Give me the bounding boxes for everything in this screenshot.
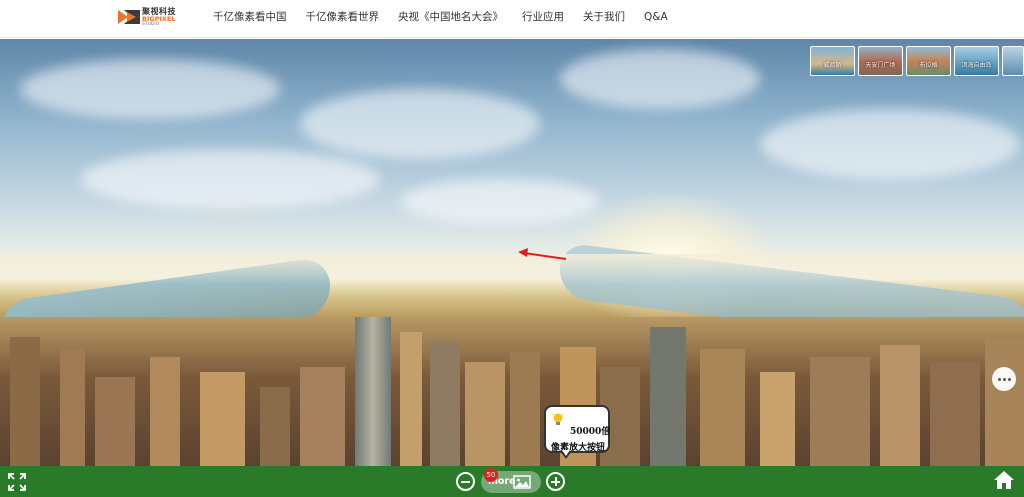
thumbnail-prague[interactable]: 布拉格 [906,46,951,76]
thumbnail-label: 威尼斯 [823,62,842,69]
scene-thumbnails: 威尼斯 天安门广场 布拉格 洱海自由岛 [810,46,1024,76]
nav-item-industry[interactable]: 行业应用 [522,10,564,26]
nav-item-china[interactable]: 千亿像素看中国 [213,10,287,26]
thumbnail-erhai[interactable]: 洱海自由岛 [954,46,999,76]
bottom-toolbar: more [0,466,1024,497]
thumbnail-label: 天安门广场 [865,62,896,69]
top-navbar: 聚视科技 BIGPIXEL STUDIO 千亿像素看中国 千亿像素看世界 央视《… [0,0,1024,38]
nav-item-world[interactable]: 千亿像素看世界 [306,10,380,26]
logo-mark-icon [118,10,140,24]
home-icon[interactable] [993,470,1015,490]
more-dots-icon[interactable] [992,367,1016,391]
thumbnail-venice[interactable]: 威尼斯 [810,46,855,76]
brand-logo[interactable]: 聚视科技 BIGPIXEL STUDIO [118,6,178,30]
cloud [560,49,760,109]
light-bulb-icon [552,413,564,425]
horizon-haze [0,254,1024,284]
thumbnail-tiananmen[interactable]: 天安门广场 [858,46,903,76]
nav-item-cctv[interactable]: 央视《中国地名大会》 [398,10,503,26]
zoom-tooltip: 50000倍 像素放大按钮 [544,405,611,459]
fullscreen-icon[interactable] [8,473,26,491]
thumbnail-label: 洱海自由岛 [961,62,992,69]
cloud [760,109,1020,179]
thumbnail-more[interactable] [1002,46,1024,76]
cloud [20,59,280,119]
zoom-out-icon[interactable] [456,472,475,491]
zoom-in-icon[interactable] [546,472,565,491]
tooltip-line1: 50000倍 [570,427,611,437]
cloud [80,149,380,209]
main-nav: 千亿像素看中国 千亿像素看世界 央视《中国地名大会》 行业应用 关于我们 Q&A [213,10,687,26]
nav-item-about[interactable]: 关于我们 [583,10,625,26]
cloud [400,179,600,224]
nav-item-qa[interactable]: Q&A [644,10,668,26]
brand-name-sub: STUDIO [142,22,160,27]
panorama-viewer[interactable] [0,39,1024,466]
thumbnail-label: 布拉格 [919,62,938,69]
image-icon [513,475,531,489]
more-count-badge: 50 [484,468,498,482]
cloud [300,89,540,159]
city-skyline [0,267,1024,466]
tooltip-tail-inner [562,450,570,456]
red-arrow-icon [518,248,567,260]
